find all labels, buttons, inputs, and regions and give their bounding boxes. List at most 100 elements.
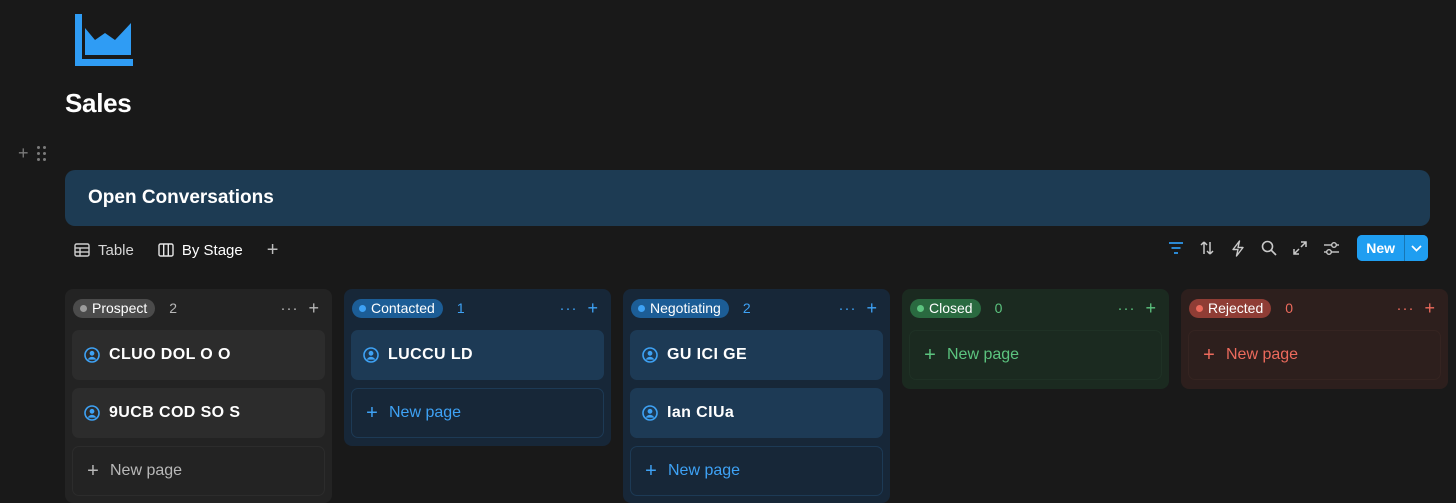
status-label: Negotiating — [650, 300, 721, 316]
add-card-icon[interactable]: + — [1145, 299, 1156, 317]
card-title: LUCCU LD — [388, 346, 473, 363]
status-label: Closed — [929, 300, 973, 316]
settings-icon[interactable] — [1322, 239, 1340, 257]
automation-icon[interactable] — [1229, 239, 1247, 257]
plus-icon: + — [645, 460, 657, 482]
add-card-icon[interactable]: + — [866, 299, 877, 317]
add-block-icon[interactable]: + — [18, 143, 29, 164]
status-dot — [1196, 304, 1203, 312]
column-actions: ··· + — [1396, 299, 1441, 317]
chevron-down-icon — [1411, 244, 1422, 252]
board-column: Closed 0 ··· + + New page — [902, 289, 1169, 389]
add-card-icon[interactable]: + — [587, 299, 598, 317]
column-actions: ··· + — [280, 299, 325, 317]
tab-by-stage-label: By Stage — [181, 241, 243, 259]
more-options-icon[interactable]: ··· — [280, 301, 298, 316]
plus-icon: + — [924, 344, 936, 366]
search-icon[interactable] — [1260, 239, 1278, 257]
status-dot — [80, 304, 87, 312]
add-card-icon[interactable]: + — [1424, 299, 1435, 317]
area-chart-icon — [75, 14, 133, 66]
status-dot — [359, 304, 366, 312]
column-count: 0 — [1285, 300, 1294, 316]
new-page-button[interactable]: + New page — [72, 446, 325, 496]
card-title: 9UCB COD SO S — [109, 404, 241, 421]
table-icon — [74, 243, 90, 257]
status-badge[interactable]: Rejected — [1189, 298, 1272, 318]
add-card-icon[interactable]: + — [308, 299, 319, 317]
status-label: Rejected — [1208, 300, 1264, 316]
board-card[interactable]: Ian CIUa — [630, 388, 883, 438]
status-badge[interactable]: Negotiating — [631, 298, 729, 318]
sort-icon[interactable] — [1198, 239, 1216, 257]
board-icon — [158, 243, 174, 257]
new-page-button[interactable]: + New page — [630, 446, 883, 496]
callout-heading: Open Conversations — [88, 187, 274, 208]
person-icon — [84, 405, 100, 421]
card-title: GU ICI GE — [667, 346, 748, 363]
plus-icon: + — [366, 402, 378, 424]
person-icon — [642, 347, 658, 363]
column-actions: ··· + — [1117, 299, 1162, 317]
status-dot — [638, 304, 645, 312]
board-card[interactable]: GU ICI GE — [630, 330, 883, 380]
database-toolbar: New — [1167, 234, 1428, 262]
status-badge[interactable]: Contacted — [352, 298, 443, 318]
person-icon — [363, 347, 379, 363]
status-dot — [917, 304, 924, 312]
new-page-label: New page — [668, 462, 741, 479]
column-header: Contacted 1 ··· + — [351, 297, 604, 319]
more-options-icon[interactable]: ··· — [1117, 301, 1135, 316]
new-dropdown-button[interactable] — [1404, 235, 1428, 261]
status-label: Prospect — [92, 300, 148, 316]
block-handle[interactable]: + — [18, 143, 46, 164]
page-title: Sales — [65, 88, 132, 118]
new-page-button[interactable]: + New page — [1188, 330, 1441, 380]
tab-table-label: Table — [98, 241, 134, 259]
status-badge[interactable]: Closed — [910, 298, 981, 318]
board-card[interactable]: CLUO DOL O O — [72, 330, 325, 380]
new-page-button[interactable]: + New page — [351, 388, 604, 438]
board-card[interactable]: LUCCU LD — [351, 330, 604, 380]
add-view-icon[interactable]: + — [267, 240, 279, 260]
expand-icon[interactable] — [1291, 239, 1309, 257]
more-options-icon[interactable]: ··· — [559, 301, 577, 316]
column-header: Negotiating 2 ··· + — [630, 297, 883, 319]
column-actions: ··· + — [838, 299, 883, 317]
board-column: Prospect 2 ··· + CLUO DOL O O 9UCB COD SO S + N… — [65, 289, 332, 503]
new-page-label: New page — [1226, 346, 1299, 363]
view-tabs: Table By Stage + — [74, 236, 278, 264]
person-icon — [642, 405, 658, 421]
status-label: Contacted — [371, 300, 435, 316]
more-options-icon[interactable]: ··· — [838, 301, 856, 316]
column-header: Prospect 2 ··· + — [72, 297, 325, 319]
new-page-button[interactable]: + New page — [909, 330, 1162, 380]
new-button-group: New — [1357, 235, 1428, 261]
card-title: Ian CIUa — [667, 404, 735, 421]
column-count: 0 — [994, 300, 1003, 316]
filter-icon[interactable] — [1167, 239, 1185, 257]
card-title: CLUO DOL O O — [109, 346, 231, 363]
new-button[interactable]: New — [1357, 235, 1404, 261]
more-options-icon[interactable]: ··· — [1396, 301, 1414, 316]
plus-icon: + — [1203, 344, 1215, 366]
new-page-label: New page — [389, 404, 462, 421]
tab-by-stage[interactable]: By Stage — [158, 242, 243, 259]
board-column: Negotiating 2 ··· + GU ICI GE Ian CIUa + New pa… — [623, 289, 890, 503]
drag-handle-icon[interactable] — [36, 146, 46, 161]
new-page-label: New page — [947, 346, 1020, 363]
board-card[interactable]: 9UCB COD SO S — [72, 388, 325, 438]
column-count: 2 — [742, 300, 751, 316]
column-header: Closed 0 ··· + — [909, 297, 1162, 319]
column-actions: ··· + — [559, 299, 604, 317]
new-page-label: New page — [110, 462, 183, 479]
plus-icon: + — [87, 460, 99, 482]
board-column: Rejected 0 ··· + + New page — [1181, 289, 1448, 389]
board-column: Contacted 1 ··· + LUCCU LD + New page — [344, 289, 611, 446]
tab-table[interactable]: Table — [74, 242, 134, 259]
column-header: Rejected 0 ··· + — [1188, 297, 1441, 319]
person-icon — [84, 347, 100, 363]
status-badge[interactable]: Prospect — [73, 298, 156, 318]
callout-block: Open Conversations — [65, 170, 1430, 226]
column-count: 1 — [456, 300, 465, 316]
